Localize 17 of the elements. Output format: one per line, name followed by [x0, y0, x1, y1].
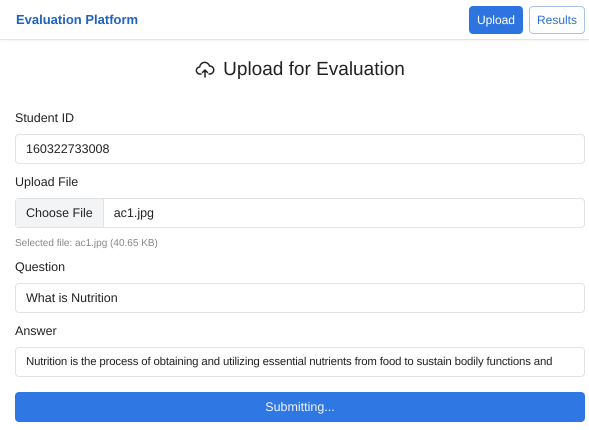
field-label: Student ID — [15, 110, 76, 127]
nav-button[interactable]: Upload — [468, 6, 523, 34]
nav-button[interactable]: Results — [528, 6, 585, 34]
cloud-upload-icon — [195, 60, 216, 80]
field-label: Question — [15, 259, 66, 276]
submit-button[interactable]: Submitting... — [15, 392, 585, 422]
file-field[interactable]: Choose File ac1.jpg — [15, 198, 585, 228]
file-name: ac1.jpg — [112, 205, 156, 222]
input-field[interactable]: Nutrition is the process of obtaining and utilizing essential nutrients from food to sustain bodily functions and — [15, 347, 585, 377]
brand-title[interactable]: Evaluation Platform — [16, 12, 138, 27]
input-field[interactable]: What is Nutrition — [15, 283, 585, 313]
input-field[interactable]: 160322733008 — [15, 134, 585, 164]
field-label: Answer — [15, 323, 58, 340]
choose-file-button[interactable]: Choose File — [16, 199, 104, 227]
page-heading: Upload for Evaluation — [223, 59, 405, 81]
field-label: Upload File — [15, 174, 80, 191]
help-text: Selected file: ac1.jpg (40.65 KB) — [15, 237, 159, 249]
